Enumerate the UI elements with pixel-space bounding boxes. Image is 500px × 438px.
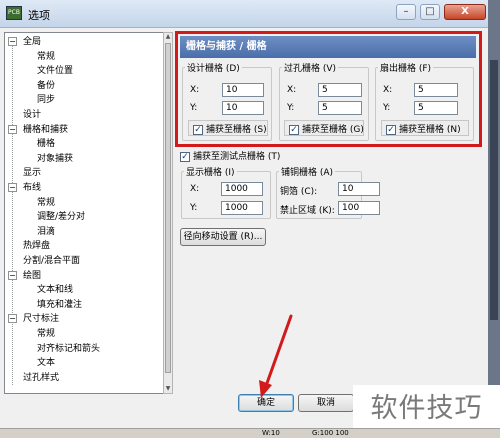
red-arrow-annotation [259, 314, 293, 398]
status-width: W:10 [262, 429, 280, 437]
watermark-text: 软件技巧 [353, 385, 500, 433]
status-bar: W:10 G:100 100 [0, 428, 500, 438]
status-grid: G:100 100 [312, 429, 349, 437]
